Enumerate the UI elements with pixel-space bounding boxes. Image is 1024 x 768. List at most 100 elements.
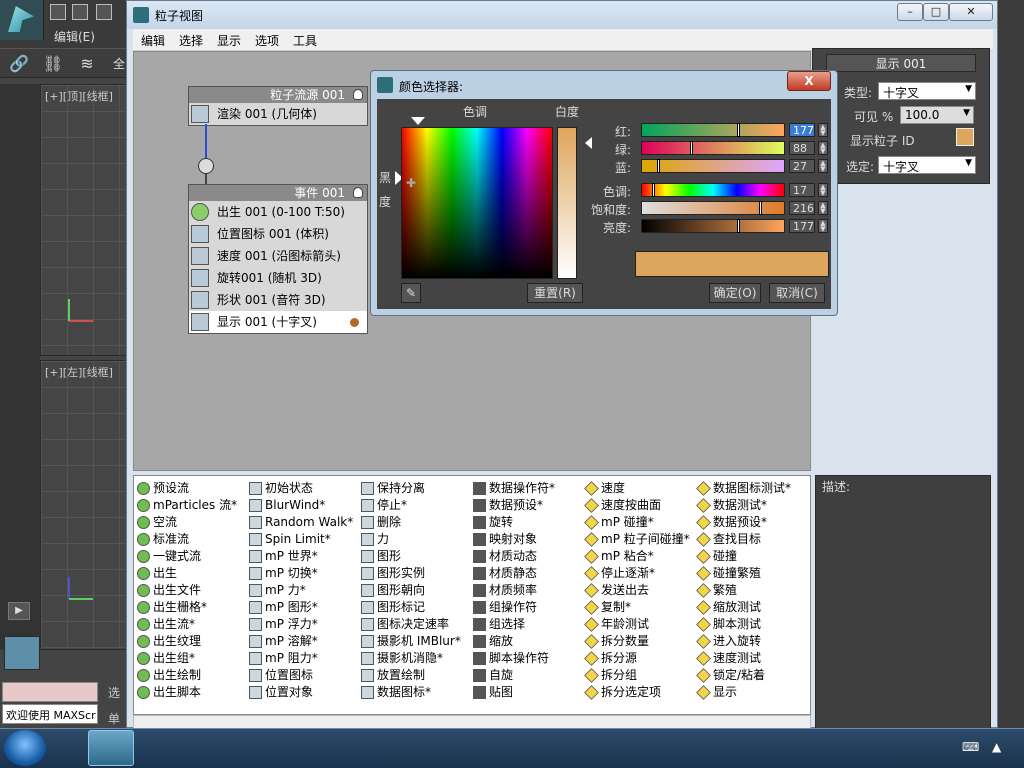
depot-item[interactable]: 锁定/粘着 xyxy=(696,667,791,684)
depot-item[interactable]: 图形 xyxy=(360,548,461,565)
depot-item[interactable]: 数据操作符* xyxy=(472,480,555,497)
display-color-swatch[interactable] xyxy=(956,128,974,146)
start-button[interactable] xyxy=(4,730,46,766)
depot-item[interactable]: 标准流 xyxy=(136,531,237,548)
depot-item[interactable]: 组选择 xyxy=(472,616,555,633)
depot-item[interactable]: 数据预设* xyxy=(696,514,791,531)
depot-item[interactable]: 出生流* xyxy=(136,616,237,633)
viewport-left-label[interactable]: [+][左][线框] xyxy=(45,364,113,380)
hue-pointer-icon[interactable] xyxy=(411,117,425,125)
depot-item[interactable]: 数据测试* xyxy=(696,497,791,514)
depot-item[interactable]: 缩放 xyxy=(472,633,555,650)
depot-item[interactable]: 年龄测试 xyxy=(584,616,690,633)
depot-item[interactable]: 数据预设* xyxy=(472,497,555,514)
spinner-arrows-icon[interactable]: ▲ ▼ xyxy=(818,219,828,233)
depot-item[interactable]: 图标决定速率 xyxy=(360,616,461,633)
depot-item[interactable]: 出生栅格* xyxy=(136,599,237,616)
depot-item[interactable]: 查找目标 xyxy=(696,531,791,548)
depot-item[interactable]: mP 图形* xyxy=(248,599,353,616)
source-node[interactable]: 粒子流源 001 渲染 001 (几何体) xyxy=(188,86,368,126)
hue-spinner[interactable]: 17 xyxy=(789,183,815,197)
depot-item[interactable]: 映射对象 xyxy=(472,531,555,548)
depot-item[interactable]: 显示 xyxy=(696,684,791,701)
operator-speed[interactable]: 速度 001 (沿图标箭头) xyxy=(189,245,367,267)
max-app-button[interactable] xyxy=(0,0,44,40)
depot-item[interactable]: 图形标记 xyxy=(360,599,461,616)
depot-item[interactable]: 进入旋转 xyxy=(696,633,791,650)
depot-item[interactable]: 位置对象 xyxy=(248,684,353,701)
value-spinner[interactable]: 177 xyxy=(789,219,815,233)
depot-item[interactable]: 脚本测试 xyxy=(696,616,791,633)
depot-item[interactable]: 删除 xyxy=(360,514,461,531)
depot-item[interactable]: 数据图标测试* xyxy=(696,480,791,497)
blue-spinner[interactable]: 27 xyxy=(789,159,815,173)
depot-item[interactable]: 碰撞 xyxy=(696,548,791,565)
depot-item[interactable]: 图形朝向 xyxy=(360,582,461,599)
depot-item[interactable]: 速度 xyxy=(584,480,690,497)
keyboard-icon[interactable]: ⌨ xyxy=(962,740,979,754)
whiteness-bar[interactable] xyxy=(557,127,577,279)
event-node[interactable]: 事件 001 出生 001 (0-100 T:50) 位置图标 001 (体积)… xyxy=(188,184,368,334)
depot-item[interactable]: 碰撞繁殖 xyxy=(696,565,791,582)
depot-item[interactable]: 一键式流 xyxy=(136,548,237,565)
depot-item[interactable]: 保持分离 xyxy=(360,480,461,497)
new-file-icon[interactable] xyxy=(50,4,66,20)
depot-item[interactable]: mP 溶解* xyxy=(248,633,353,650)
save-icon[interactable] xyxy=(96,4,112,20)
depot-item[interactable]: 速度按曲面 xyxy=(584,497,690,514)
depot-item[interactable]: 复制* xyxy=(584,599,690,616)
spinner-arrows-icon[interactable]: ▲ ▼ xyxy=(818,201,828,215)
reset-button[interactable]: 重置(R) xyxy=(527,283,583,303)
depot-item[interactable]: 拆分选定项 xyxy=(584,684,690,701)
bulb-icon[interactable] xyxy=(353,89,363,100)
depot-item[interactable]: 拆分源 xyxy=(584,650,690,667)
operator-render[interactable]: 渲染 001 (几何体) xyxy=(189,103,367,125)
depot-item[interactable]: mP 浮力* xyxy=(248,616,353,633)
depot-item[interactable]: 出生脚本 xyxy=(136,684,237,701)
depot-item[interactable]: mParticles 流* xyxy=(136,497,237,514)
depot-item[interactable]: 缩放测试 xyxy=(696,599,791,616)
depot-item[interactable]: 出生文件 xyxy=(136,582,237,599)
depot-item[interactable]: 自旋 xyxy=(472,667,555,684)
taskbar-3dsmax-button[interactable] xyxy=(88,730,134,766)
viewport-left[interactable]: [+][左][线框] xyxy=(40,360,132,650)
ok-button[interactable]: 确定(O) xyxy=(709,283,761,303)
depot-item[interactable]: mP 碰撞* xyxy=(584,514,690,531)
depot-item[interactable]: 初始状态 xyxy=(248,480,353,497)
depot-item[interactable]: 摄影机 IMBlur* xyxy=(360,633,461,650)
green-slider[interactable] xyxy=(641,141,785,155)
close-icon[interactable]: ✕ xyxy=(949,3,993,21)
depot-item[interactable]: BlurWind* xyxy=(248,497,353,514)
red-slider-thumb[interactable] xyxy=(737,123,741,137)
depot-item[interactable]: 力 xyxy=(360,531,461,548)
menu-tools[interactable]: 工具 xyxy=(293,32,317,49)
maxscript-listener-field[interactable] xyxy=(2,682,98,702)
operator-display[interactable]: 显示 001 (十字叉) xyxy=(189,311,367,333)
eyedropper-icon[interactable]: ✎ xyxy=(401,283,421,303)
depot-item[interactable]: 材质频率 xyxy=(472,582,555,599)
green-slider-thumb[interactable] xyxy=(690,141,694,155)
minimize-icon[interactable]: – xyxy=(897,3,923,21)
red-slider[interactable] xyxy=(641,123,785,137)
depot-item[interactable]: mP 世界* xyxy=(248,548,353,565)
operator-rotation[interactable]: 旋转001 (随机 3D) xyxy=(189,267,367,289)
depot-item[interactable]: 发送出去 xyxy=(584,582,690,599)
depot-item[interactable]: 空流 xyxy=(136,514,237,531)
menu-options[interactable]: 选项 xyxy=(255,32,279,49)
type-select[interactable]: 十字叉 xyxy=(878,82,976,100)
event-input-socket[interactable] xyxy=(198,158,214,174)
display-rollout-title[interactable]: 显示 001 xyxy=(826,54,976,72)
menu-display[interactable]: 显示 xyxy=(217,32,241,49)
selected-select[interactable]: 十字叉 xyxy=(878,156,976,174)
whiteness-pointer-icon[interactable] xyxy=(585,137,592,149)
spinner-arrows-icon[interactable]: ▲ ▼ xyxy=(818,159,828,173)
blue-slider[interactable] xyxy=(641,159,785,173)
depot-item[interactable]: 拆分组 xyxy=(584,667,690,684)
spinner-arrows-icon[interactable]: ▲ ▼ xyxy=(818,141,828,155)
depot-item[interactable]: 拆分数量 xyxy=(584,633,690,650)
depot-item[interactable]: mP 切换* xyxy=(248,565,353,582)
viewport-layout-icon[interactable] xyxy=(4,636,40,670)
depot-item[interactable]: mP 粘合* xyxy=(584,548,690,565)
maximize-icon[interactable]: □ xyxy=(923,3,949,21)
depot-item[interactable]: 摄影机消隐* xyxy=(360,650,461,667)
